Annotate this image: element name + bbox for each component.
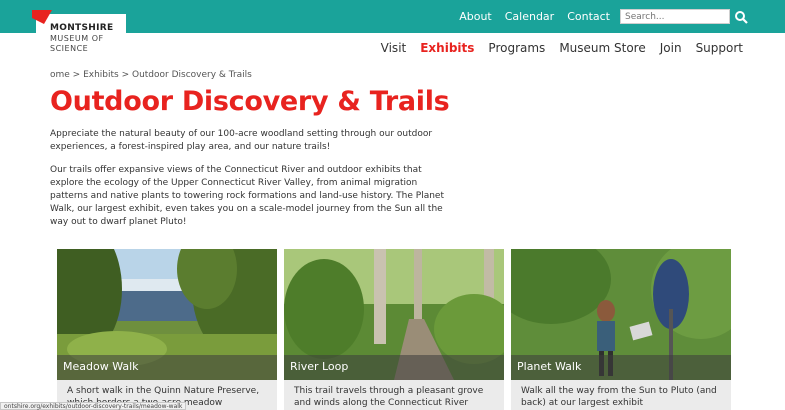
nav-visit[interactable]: Visit [381, 41, 407, 55]
nav-programs[interactable]: Programs [488, 41, 545, 55]
card-title[interactable]: River Loop [290, 360, 348, 373]
contact-link[interactable]: Contact [567, 10, 610, 23]
search-input[interactable] [620, 9, 730, 24]
card-title[interactable]: Planet Walk [517, 360, 581, 373]
card-caption: River Loop [284, 355, 504, 380]
nav-museum-store[interactable]: Museum Store [559, 41, 645, 55]
about-link[interactable]: About [459, 10, 492, 23]
search-button[interactable] [733, 9, 749, 25]
logo-line-2: MUSEUM OF [50, 34, 104, 43]
search-icon [735, 11, 748, 24]
nav-join[interactable]: Join [660, 41, 682, 55]
card-caption: Meadow Walk [57, 355, 277, 380]
card-caption: Planet Walk [511, 355, 731, 380]
nav-exhibits[interactable]: Exhibits [420, 41, 474, 55]
card-meadow-walk[interactable]: Meadow Walk A short walk in the Quinn Na… [57, 249, 277, 410]
page-title: Outdoor Discovery & Trails [50, 86, 450, 117]
body-paragraph: Our trails offer expansive views of the … [50, 165, 444, 227]
utility-nav: About Calendar Contact [459, 10, 610, 23]
main-nav: Visit Exhibits Programs Museum Store Joi… [381, 41, 743, 55]
logo-line-1: MONTSHIRE [50, 23, 114, 33]
browser-status-bar: ontshire.org/exhibits/outdoor-discovery-… [0, 402, 187, 410]
card-planet-walk[interactable]: Planet Walk Walk all the way from the Su… [511, 249, 731, 410]
calendar-link[interactable]: Calendar [505, 10, 554, 23]
card-title[interactable]: Meadow Walk [63, 360, 139, 373]
card-description: This trail travels through a pleasant gr… [294, 386, 484, 408]
card-description: Walk all the way from the Sun to Pluto (… [521, 386, 717, 408]
logo-line-3: SCIENCE [50, 44, 89, 53]
museum-logo[interactable]: MONTSHIRE MUSEUM OF SCIENCE [32, 10, 126, 53]
logo-flag-icon [32, 10, 52, 24]
intro-paragraph: Appreciate the natural beauty of our 100… [50, 129, 433, 152]
breadcrumb[interactable]: ome > Exhibits > Outdoor Discovery & Tra… [50, 70, 252, 80]
card-river-loop[interactable]: River Loop This trail travels through a … [284, 249, 504, 410]
nav-support[interactable]: Support [696, 41, 743, 55]
